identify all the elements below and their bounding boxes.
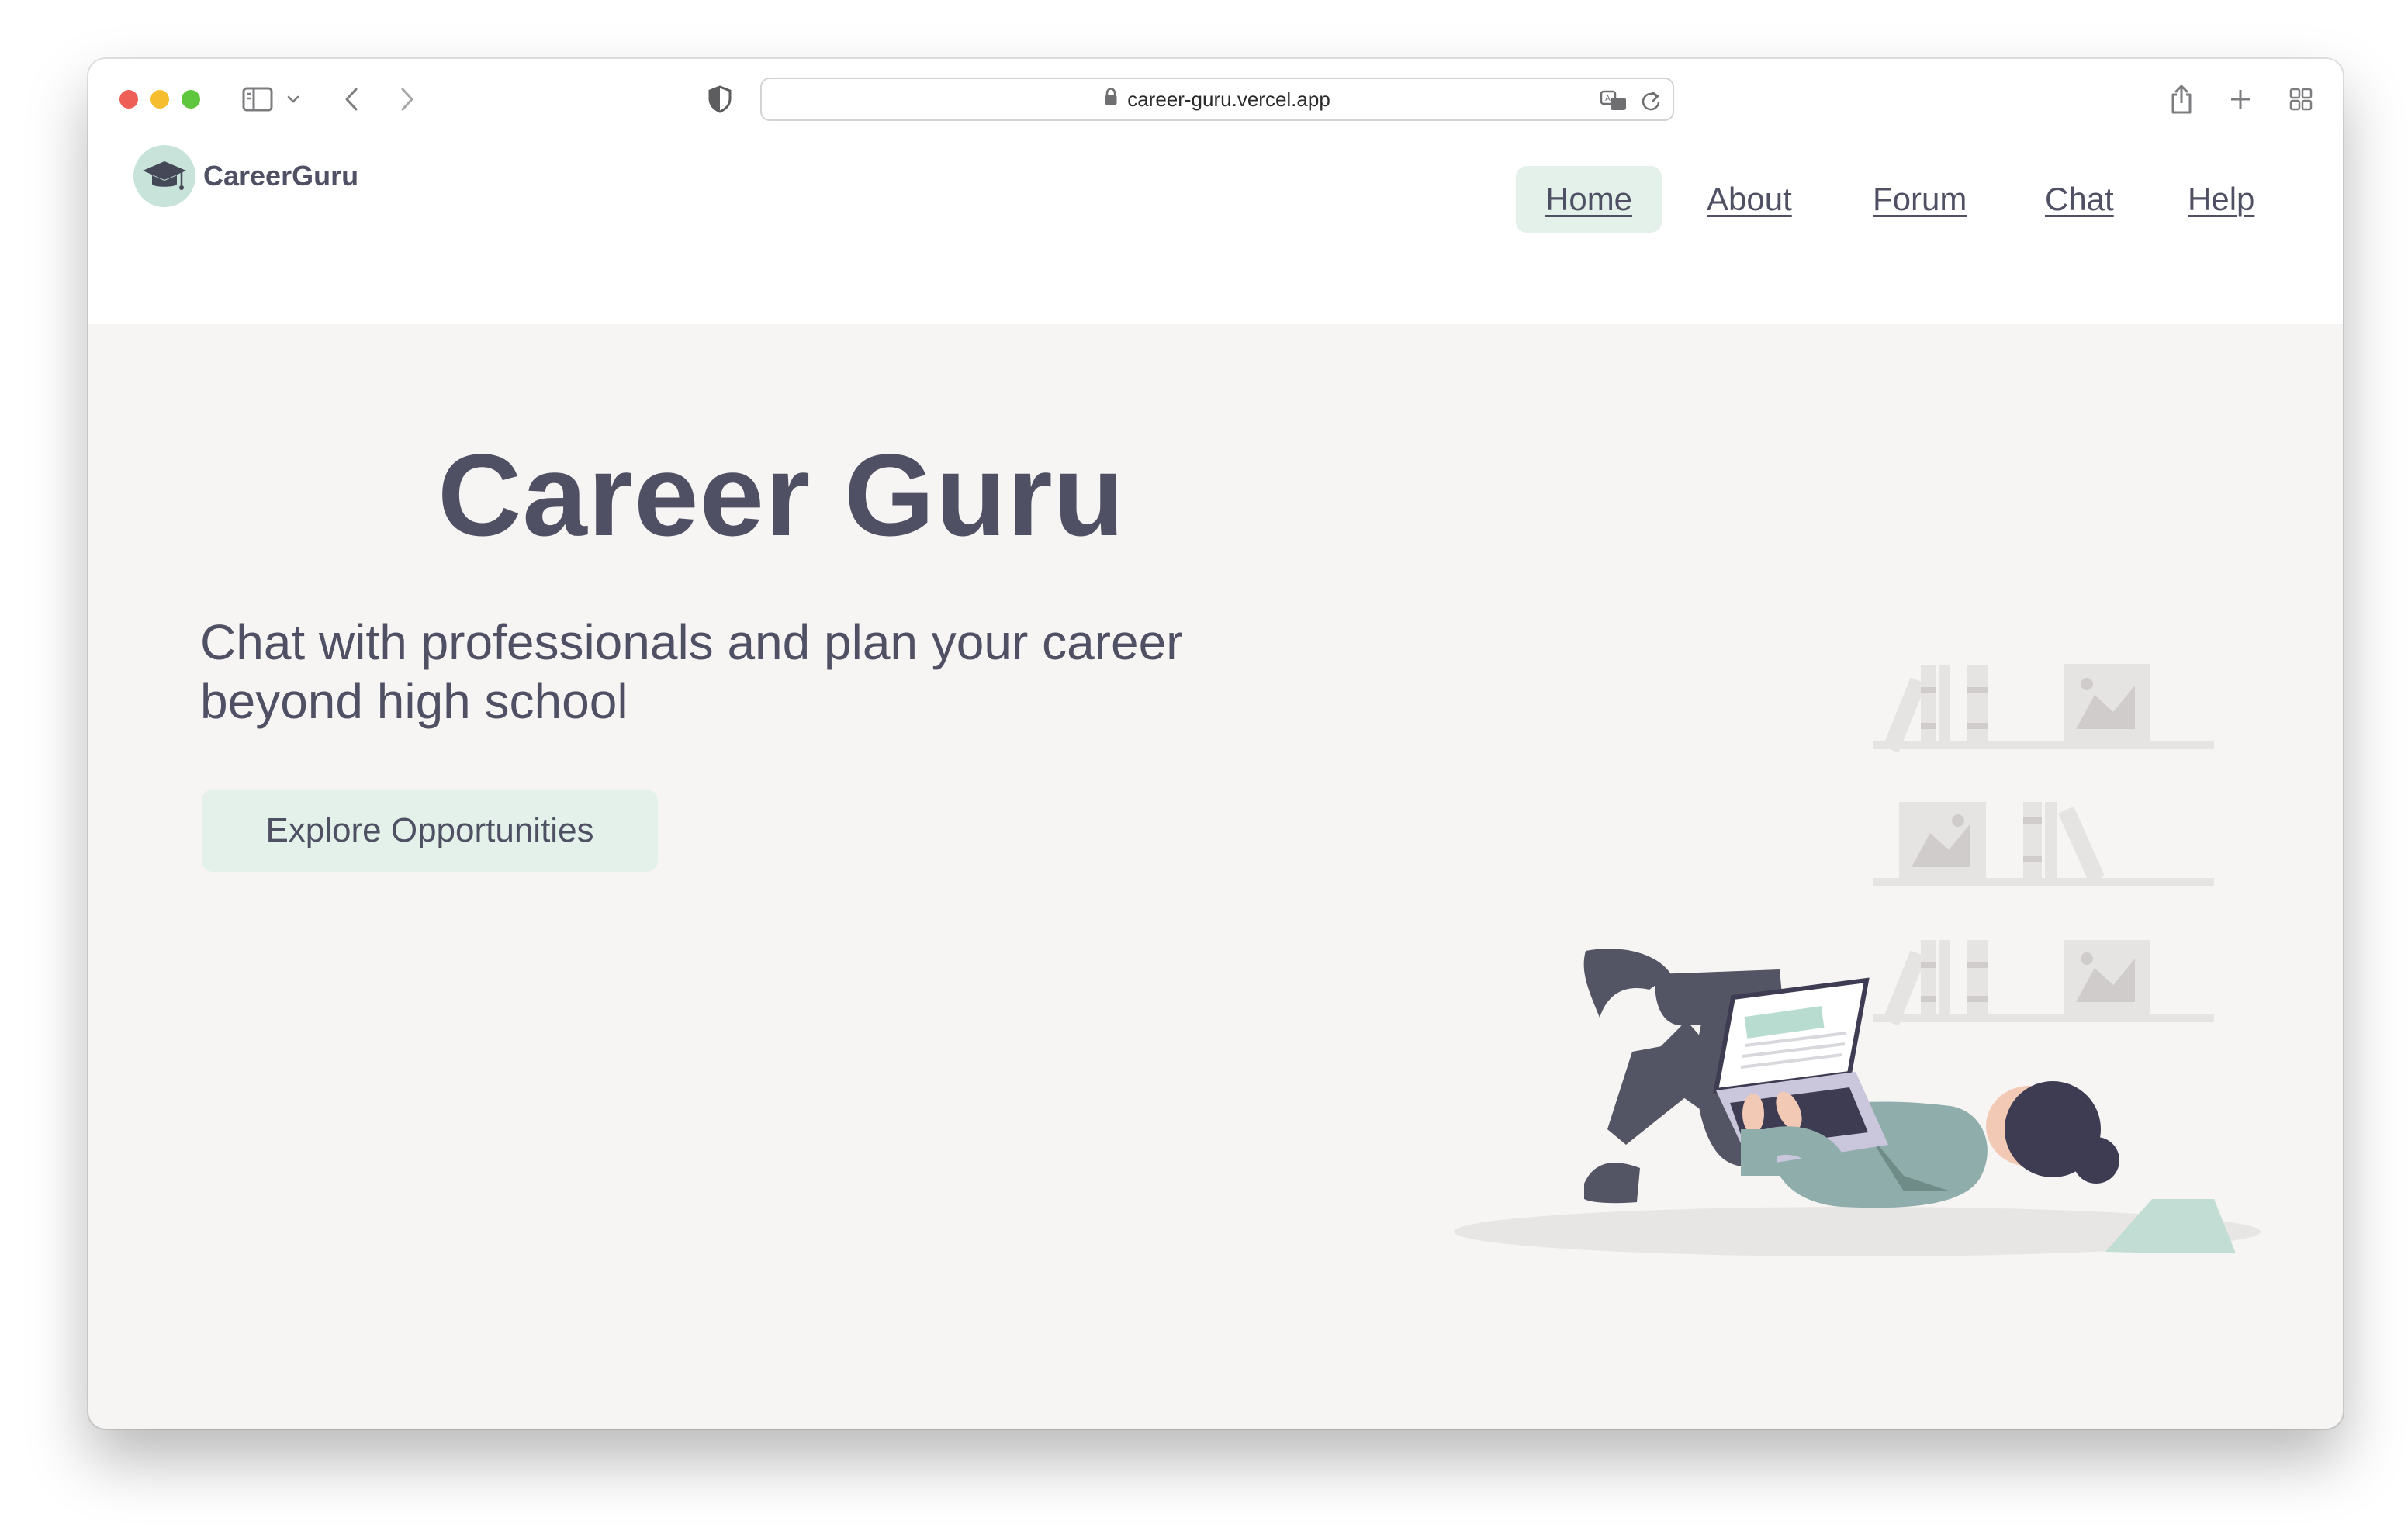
lock-icon (1104, 87, 1118, 112)
shield-icon[interactable] (698, 78, 742, 121)
nav-link-chat[interactable]: Chat (2045, 166, 2114, 233)
translate-icon[interactable]: A (1598, 85, 1629, 116)
nav-link-about[interactable]: About (1707, 166, 1792, 233)
browser-toolbar: career-guru.vercel.app A (88, 59, 2343, 144)
browser-window: career-guru.vercel.app A CareerGuru Home… (88, 59, 2343, 1429)
hero-title: Career Guru (438, 430, 1126, 560)
share-icon[interactable] (2160, 78, 2203, 121)
chevron-down-icon[interactable] (278, 78, 309, 121)
sidebar-icon[interactable] (236, 78, 279, 121)
nav-link-help[interactable]: Help (2188, 166, 2254, 233)
address-bar[interactable]: career-guru.vercel.app A (760, 78, 1674, 121)
new-tab-icon[interactable] (2219, 78, 2262, 121)
url-text: career-guru.vercel.app (1127, 87, 1330, 111)
explore-opportunities-button[interactable]: Explore Opportunities (202, 790, 658, 872)
close-window-button[interactable] (119, 90, 138, 109)
screenshot-stage: career-guru.vercel.app A CareerGuru Home… (0, 0, 2408, 1531)
tab-overview-icon[interactable] (2279, 78, 2323, 121)
nav-link-home[interactable]: Home (1516, 166, 1662, 233)
hero-illustration (1454, 664, 2261, 1256)
url-display[interactable]: career-guru.vercel.app (762, 79, 1673, 119)
svg-text:A: A (1605, 95, 1611, 103)
nav-link-forum[interactable]: Forum (1873, 166, 1967, 233)
hero-subtitle: Chat with professionals and plan your ca… (200, 614, 1183, 729)
main-nav: Home About Forum Chat Help (88, 166, 2343, 233)
reload-icon[interactable] (1635, 85, 1666, 116)
back-icon[interactable] (330, 78, 374, 121)
zoom-window-button[interactable] (182, 90, 200, 109)
forward-icon[interactable] (385, 78, 428, 121)
minimize-window-button[interactable] (150, 90, 169, 109)
